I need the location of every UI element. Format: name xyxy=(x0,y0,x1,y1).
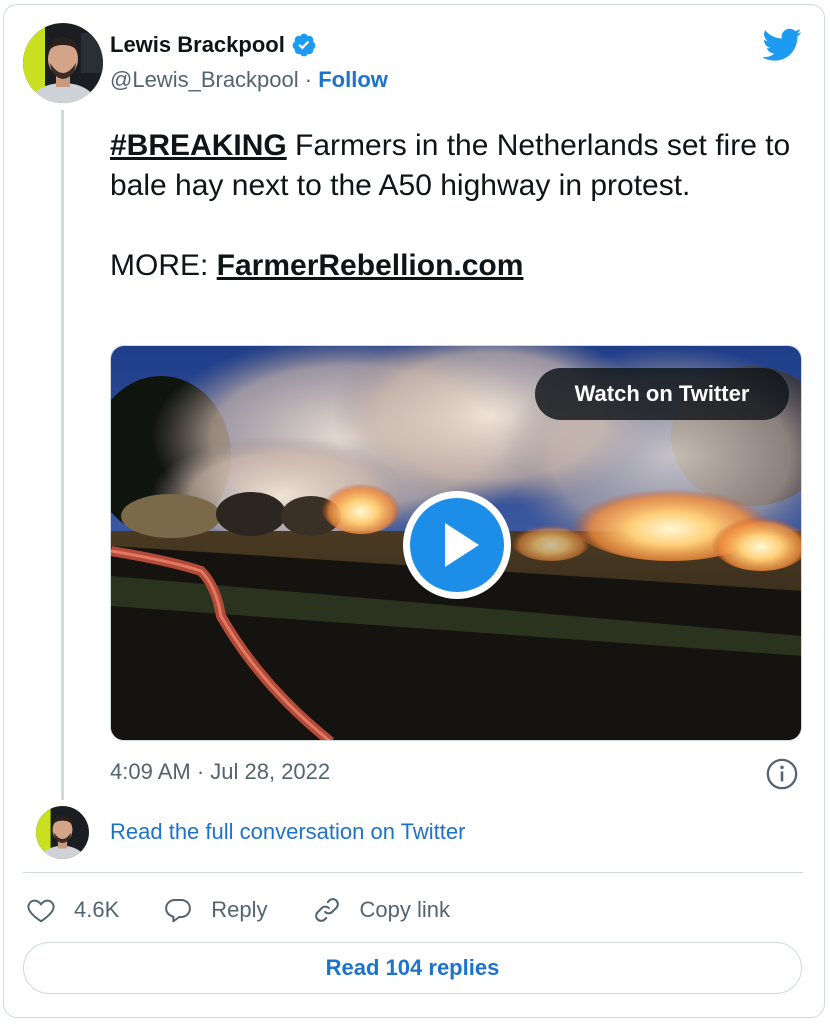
author-display-name[interactable]: Lewis Brackpool xyxy=(110,32,285,58)
follow-link[interactable]: Follow xyxy=(318,67,388,92)
twitter-bird-icon[interactable] xyxy=(762,28,802,62)
like-count: 4.6K xyxy=(74,897,120,922)
thread-line xyxy=(61,110,64,800)
tweet-text: #BREAKING Farmers in the Netherlands set… xyxy=(110,126,800,286)
tweet-actions-bar: 4.6K Reply Copy link xyxy=(26,892,494,928)
author-handle[interactable]: @Lewis_Brackpool xyxy=(110,67,299,92)
reply-label: Reply xyxy=(211,897,268,922)
link-icon xyxy=(314,898,339,922)
author-name-row: Lewis Brackpool xyxy=(110,32,317,58)
info-icon[interactable] xyxy=(765,757,799,791)
video-media[interactable]: Watch on Twitter xyxy=(110,345,802,741)
author-avatar[interactable] xyxy=(23,23,103,103)
more-prefix: MORE: xyxy=(110,249,217,282)
tweet-body: #BREAKING Farmers in the Netherlands set… xyxy=(110,126,800,206)
external-link[interactable]: FarmerRebellion.com xyxy=(217,249,524,282)
handle-separator: · xyxy=(304,67,313,92)
watch-on-twitter-button[interactable]: Watch on Twitter xyxy=(535,368,789,420)
author-handle-row: @Lewis_Brackpool · Follow xyxy=(110,67,388,93)
tweet-more-line: MORE: FarmerRebellion.com xyxy=(110,246,800,286)
reply-icon xyxy=(165,899,192,923)
copy-link-button[interactable]: Copy link xyxy=(312,895,450,925)
conversation-avatar[interactable] xyxy=(36,806,89,859)
like-button[interactable]: 4.6K xyxy=(26,895,119,925)
hashtag-link[interactable]: #BREAKING xyxy=(110,129,287,162)
heart-icon xyxy=(27,899,55,923)
reply-button[interactable]: Reply xyxy=(163,895,268,925)
tweet-timestamp[interactable]: 4:09 AM · Jul 28, 2022 xyxy=(110,759,330,785)
divider xyxy=(23,872,803,873)
read-full-conversation-link[interactable]: Read the full conversation on Twitter xyxy=(110,819,465,845)
verified-badge-icon xyxy=(292,33,316,57)
copy-link-label: Copy link xyxy=(359,897,450,922)
play-icon[interactable] xyxy=(401,489,513,601)
read-replies-button[interactable]: Read 104 replies xyxy=(23,942,802,994)
